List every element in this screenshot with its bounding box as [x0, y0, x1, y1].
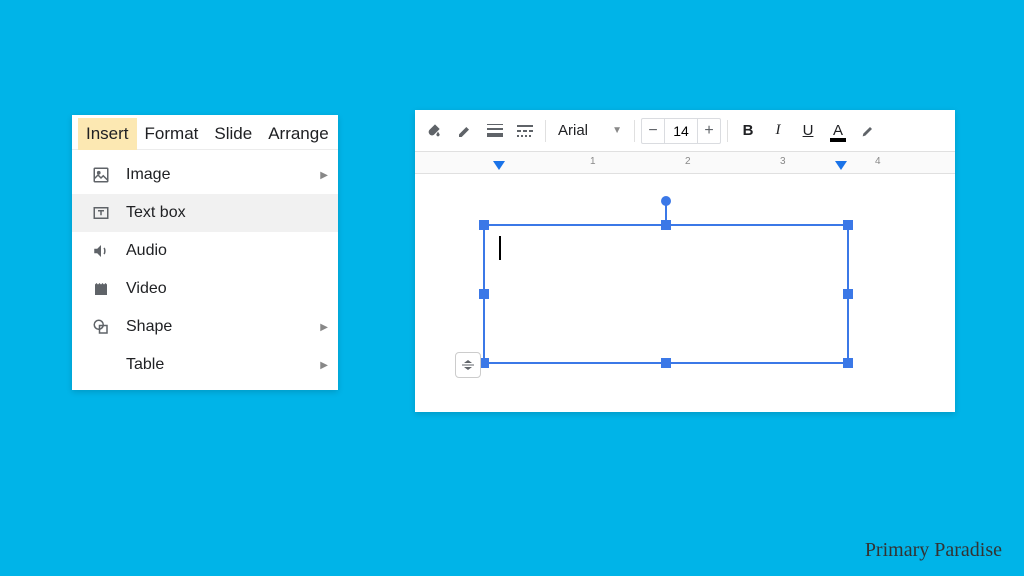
color-swatch: [830, 138, 846, 142]
menu-item-label: Table: [126, 356, 164, 374]
menu-item-audio[interactable]: Audio: [72, 232, 338, 270]
video-icon: [90, 278, 112, 300]
border-weight-button[interactable]: [481, 117, 509, 145]
menu-item-image[interactable]: Image ▶: [72, 156, 338, 194]
watermark-text: Primary Paradise: [865, 539, 1002, 562]
chevron-down-icon: ▼: [612, 125, 622, 136]
resize-handle-s[interactable]: [661, 358, 671, 368]
indent-marker-right[interactable]: [835, 161, 847, 170]
ruler-number: 2: [685, 156, 691, 167]
rotate-handle[interactable]: [661, 196, 671, 206]
border-dash-button[interactable]: [511, 117, 539, 145]
horizontal-ruler[interactable]: 1 2 3 4: [415, 152, 955, 174]
autofit-options-button[interactable]: [455, 352, 481, 378]
text-color-button[interactable]: A: [824, 117, 852, 145]
resize-handle-e[interactable]: [843, 289, 853, 299]
chevron-right-icon: ▶: [320, 170, 328, 181]
text-cursor: [499, 236, 501, 260]
italic-button[interactable]: I: [764, 117, 792, 145]
toolbar-separator: [727, 120, 728, 142]
audio-icon: [90, 240, 112, 262]
font-size-decrease[interactable]: −: [642, 122, 664, 140]
indent-marker-left[interactable]: [493, 161, 505, 170]
menu-item-video[interactable]: Video: [72, 270, 338, 308]
toolbar-separator: [634, 120, 635, 142]
font-size-increase[interactable]: +: [698, 122, 720, 140]
menu-tab-slide[interactable]: Slide: [206, 118, 260, 150]
menu-tab-insert[interactable]: Insert: [78, 118, 137, 150]
resize-handle-w[interactable]: [479, 289, 489, 299]
menu-item-label: Shape: [126, 318, 172, 336]
menu-item-textbox[interactable]: Text box: [72, 194, 338, 232]
resize-handle-n[interactable]: [661, 220, 671, 230]
resize-handle-ne[interactable]: [843, 220, 853, 230]
table-icon: [90, 354, 112, 376]
font-family-select[interactable]: Arial ▼: [552, 117, 628, 145]
insert-menu-items: Image ▶ Text box Audio Video Shape: [72, 149, 338, 390]
slide-canvas[interactable]: [415, 174, 955, 412]
formatting-toolbar: Arial ▼ − 14 + B I U A: [415, 110, 955, 152]
font-name: Arial: [558, 122, 588, 139]
chevron-right-icon: ▶: [320, 360, 328, 371]
fill-color-button[interactable]: [421, 117, 449, 145]
textbox-icon: [90, 202, 112, 224]
font-size-group: − 14 +: [641, 118, 721, 144]
underline-button[interactable]: U: [794, 117, 822, 145]
menu-tab-arrange[interactable]: Arrange: [260, 118, 336, 150]
menu-item-shape[interactable]: Shape ▶: [72, 308, 338, 346]
menu-tab-bar: Insert Format Slide Arrange: [72, 115, 338, 149]
font-size-input[interactable]: 14: [664, 119, 698, 143]
selected-textbox[interactable]: [483, 224, 849, 364]
slide-editor-panel: Arial ▼ − 14 + B I U A 1 2 3 4: [415, 110, 955, 412]
border-color-button[interactable]: [451, 117, 479, 145]
menu-tab-format[interactable]: Format: [137, 118, 207, 150]
menu-item-label: Audio: [126, 242, 167, 260]
ruler-number: 1: [590, 156, 596, 167]
toolbar-separator: [545, 120, 546, 142]
image-icon: [90, 164, 112, 186]
insert-menu-panel: Insert Format Slide Arrange Image ▶ Text…: [72, 115, 338, 390]
menu-item-table[interactable]: Table ▶: [72, 346, 338, 384]
ruler-number: 4: [875, 156, 881, 167]
shape-icon: [90, 316, 112, 338]
bold-button[interactable]: B: [734, 117, 762, 145]
chevron-right-icon: ▶: [320, 322, 328, 333]
resize-handle-nw[interactable]: [479, 220, 489, 230]
ruler-number: 3: [780, 156, 786, 167]
highlight-button[interactable]: [854, 117, 882, 145]
menu-item-label: Video: [126, 280, 167, 298]
menu-item-label: Image: [126, 166, 170, 184]
menu-item-label: Text box: [126, 204, 186, 222]
resize-handle-se[interactable]: [843, 358, 853, 368]
